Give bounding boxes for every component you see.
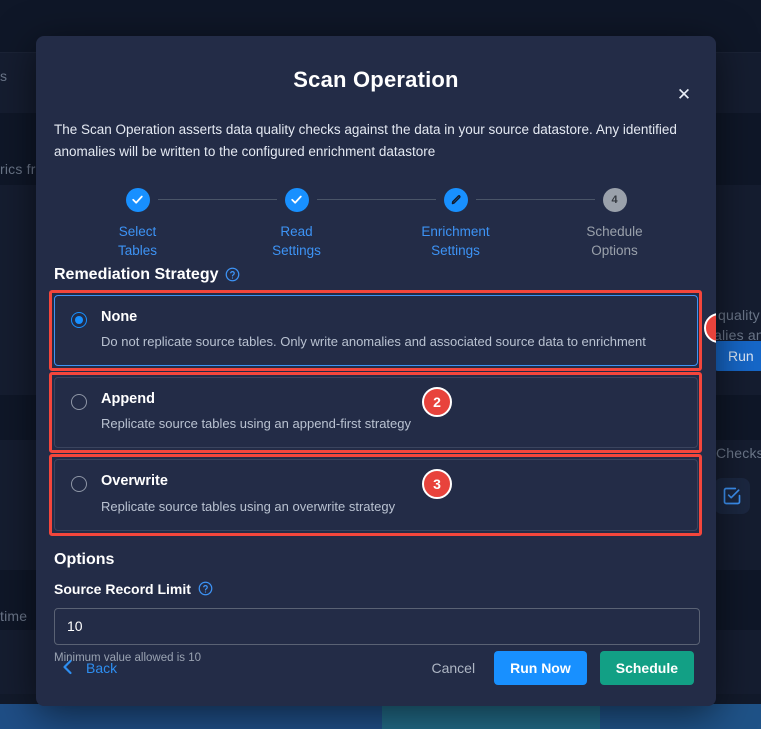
step-label-line2: Tables [117, 243, 158, 259]
bg-checkbox-check-icon[interactable] [714, 478, 750, 514]
step-dot-number: 4 [602, 187, 627, 212]
run-now-button[interactable]: Run Now [494, 651, 587, 685]
step-connector [157, 198, 277, 200]
option-texts: None Do not replicate source tables. Only… [101, 309, 681, 351]
option-subtitle: Replicate source tables using an overwri… [101, 498, 396, 514]
chevron-left-icon [62, 659, 73, 678]
remediation-option-none[interactable]: None Do not replicate source tables. Only… [54, 294, 698, 366]
modal-description: The Scan Operation asserts data quality … [54, 122, 677, 159]
option-texts: Overwrite Replicate source tables using a… [101, 473, 681, 515]
bottom-progress-strip [0, 704, 761, 729]
radio-button[interactable] [71, 311, 87, 328]
option-subtitle: Replicate source tables using an append-… [101, 416, 412, 432]
option-title: Overwrite [101, 473, 168, 490]
option-subtitle: Do not replicate source tables. Only wri… [101, 334, 646, 350]
step-label-line1: Schedule [586, 223, 643, 239]
modal-footer: Back Cancel Run Now Schedule [36, 648, 716, 688]
options-label: Options [54, 550, 115, 568]
bg-run-button[interactable]: Run [714, 341, 761, 371]
step-label-line1: Read [280, 223, 313, 239]
step-label-line1: Select [118, 223, 157, 239]
back-button-label: Back [86, 660, 118, 676]
help-circle-icon[interactable] [198, 581, 213, 596]
remediation-option-wrapper: None Do not replicate source tables. Only… [49, 289, 716, 372]
page-title: Scan Operation [293, 67, 459, 92]
strip-segment [600, 704, 761, 729]
step-label-line2: Options [591, 243, 638, 259]
step-dot-check-icon [284, 187, 309, 212]
cancel-button[interactable]: Cancel [426, 651, 482, 685]
strip-segment [0, 704, 382, 729]
source-record-limit-label-row: Source Record Limit [54, 581, 694, 597]
options-heading: Options [54, 551, 694, 569]
footer-actions: Cancel Run Now Schedule [426, 651, 694, 685]
scan-operation-modal: ✕ Scan Operation The Scan Operation asse… [36, 36, 716, 706]
remediation-strategy-label: Remediation Strategy [54, 265, 219, 283]
step-connector [316, 198, 436, 200]
step-label-line2: Settings [272, 243, 321, 259]
option-title: None [101, 308, 138, 325]
remediation-option-append[interactable]: Append Replicate source tables using an a… [54, 377, 698, 449]
close-icon[interactable]: ✕ [670, 80, 698, 108]
help-circle-icon[interactable] [225, 267, 240, 282]
remediation-option-wrapper: Append Replicate source tables using an a… [49, 371, 702, 454]
bg-text-fragment: quality [718, 307, 760, 323]
step-connector [475, 198, 595, 200]
step-dot-check-icon [125, 187, 150, 212]
bg-text-fragment: Checks [716, 445, 761, 461]
schedule-button[interactable]: Schedule [599, 651, 694, 685]
radio-button[interactable] [71, 394, 87, 410]
remediation-option-overwrite[interactable]: Overwrite Replicate source tables using a… [54, 459, 698, 531]
remediation-option-wrapper: Overwrite Replicate source tables using a… [49, 454, 702, 536]
source-record-limit-input[interactable] [54, 607, 700, 645]
radio-button[interactable] [71, 476, 87, 493]
step-dot-pencil-icon [443, 187, 468, 212]
bg-text-fragment: time [0, 608, 28, 624]
remediation-strategy-options: None Do not replicate source tables. Only… [49, 289, 716, 536]
annotation-badge-2: 2 [422, 387, 452, 417]
source-record-limit-label: Source Record Limit [54, 580, 191, 597]
step-label-line1: Enrichment [421, 223, 490, 239]
step-label-line2: Settings [431, 243, 480, 259]
remediation-strategy-heading: Remediation Strategy [54, 266, 694, 284]
annotation-badge-1: 1 [704, 312, 716, 343]
option-title: Append [101, 391, 155, 407]
back-button[interactable]: Back [62, 659, 117, 678]
wizard-stepper: Select Tables Read Settings Enrichment Settin… [58, 187, 694, 262]
option-texts: Append Replicate source tables using an a… [101, 391, 681, 433]
strip-segment [382, 704, 600, 729]
bg-text-fragment: s [0, 68, 8, 84]
